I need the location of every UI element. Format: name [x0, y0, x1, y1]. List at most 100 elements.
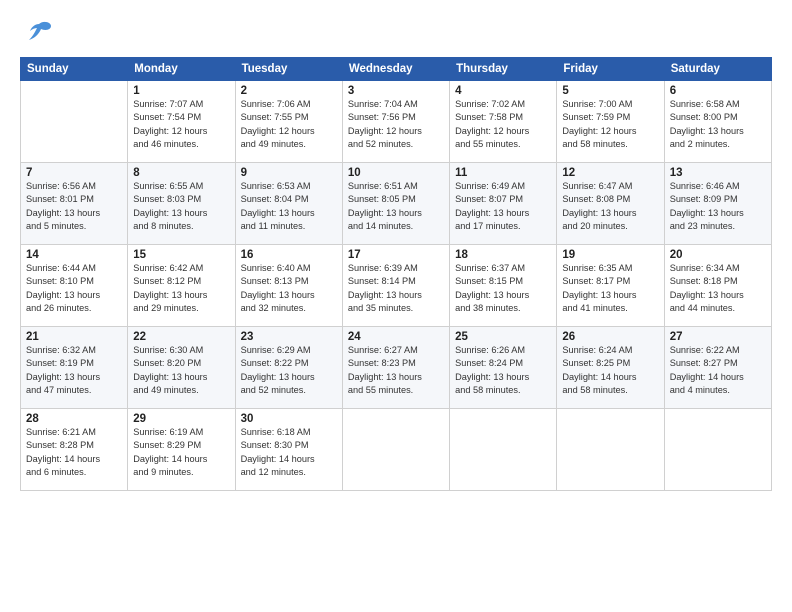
day-detail: Sunrise: 6:47 AMSunset: 8:08 PMDaylight:… [562, 180, 658, 233]
logo [20, 18, 53, 51]
day-number: 25 [455, 331, 551, 343]
col-header-friday: Friday [557, 58, 664, 81]
calendar-table: SundayMondayTuesdayWednesdayThursdayFrid… [20, 57, 772, 491]
calendar-cell [450, 409, 557, 491]
day-detail: Sunrise: 6:32 AMSunset: 8:19 PMDaylight:… [26, 344, 122, 397]
day-detail: Sunrise: 6:35 AMSunset: 8:17 PMDaylight:… [562, 262, 658, 315]
day-detail: Sunrise: 6:39 AMSunset: 8:14 PMDaylight:… [348, 262, 444, 315]
calendar-cell: 18Sunrise: 6:37 AMSunset: 8:15 PMDayligh… [450, 245, 557, 327]
calendar-cell: 13Sunrise: 6:46 AMSunset: 8:09 PMDayligh… [664, 163, 771, 245]
day-number: 13 [670, 167, 766, 179]
calendar-cell: 2Sunrise: 7:06 AMSunset: 7:55 PMDaylight… [235, 81, 342, 163]
col-header-wednesday: Wednesday [342, 58, 449, 81]
day-number: 26 [562, 331, 658, 343]
calendar-cell: 26Sunrise: 6:24 AMSunset: 8:25 PMDayligh… [557, 327, 664, 409]
day-number: 21 [26, 331, 122, 343]
day-detail: Sunrise: 6:34 AMSunset: 8:18 PMDaylight:… [670, 262, 766, 315]
calendar-cell: 7Sunrise: 6:56 AMSunset: 8:01 PMDaylight… [21, 163, 128, 245]
day-number: 3 [348, 85, 444, 97]
day-detail: Sunrise: 6:37 AMSunset: 8:15 PMDaylight:… [455, 262, 551, 315]
day-detail: Sunrise: 6:40 AMSunset: 8:13 PMDaylight:… [241, 262, 337, 315]
day-number: 27 [670, 331, 766, 343]
day-number: 28 [26, 413, 122, 425]
day-detail: Sunrise: 6:19 AMSunset: 8:29 PMDaylight:… [133, 426, 229, 479]
calendar-cell: 19Sunrise: 6:35 AMSunset: 8:17 PMDayligh… [557, 245, 664, 327]
calendar-cell: 17Sunrise: 6:39 AMSunset: 8:14 PMDayligh… [342, 245, 449, 327]
day-number: 10 [348, 167, 444, 179]
calendar-cell: 11Sunrise: 6:49 AMSunset: 8:07 PMDayligh… [450, 163, 557, 245]
day-number: 9 [241, 167, 337, 179]
calendar-cell: 4Sunrise: 7:02 AMSunset: 7:58 PMDaylight… [450, 81, 557, 163]
logo-bird-icon [25, 18, 53, 51]
calendar-cell: 5Sunrise: 7:00 AMSunset: 7:59 PMDaylight… [557, 81, 664, 163]
day-detail: Sunrise: 6:21 AMSunset: 8:28 PMDaylight:… [26, 426, 122, 479]
calendar-cell [342, 409, 449, 491]
day-detail: Sunrise: 6:18 AMSunset: 8:30 PMDaylight:… [241, 426, 337, 479]
calendar-cell: 21Sunrise: 6:32 AMSunset: 8:19 PMDayligh… [21, 327, 128, 409]
calendar-cell: 1Sunrise: 7:07 AMSunset: 7:54 PMDaylight… [128, 81, 235, 163]
day-detail: Sunrise: 6:53 AMSunset: 8:04 PMDaylight:… [241, 180, 337, 233]
day-number: 15 [133, 249, 229, 261]
calendar-week-row: 1Sunrise: 7:07 AMSunset: 7:54 PMDaylight… [21, 81, 772, 163]
calendar-week-row: 14Sunrise: 6:44 AMSunset: 8:10 PMDayligh… [21, 245, 772, 327]
day-detail: Sunrise: 7:06 AMSunset: 7:55 PMDaylight:… [241, 98, 337, 151]
col-header-sunday: Sunday [21, 58, 128, 81]
day-detail: Sunrise: 6:44 AMSunset: 8:10 PMDaylight:… [26, 262, 122, 315]
day-number: 2 [241, 85, 337, 97]
day-number: 24 [348, 331, 444, 343]
day-number: 16 [241, 249, 337, 261]
calendar-cell [557, 409, 664, 491]
day-detail: Sunrise: 7:02 AMSunset: 7:58 PMDaylight:… [455, 98, 551, 151]
day-number: 4 [455, 85, 551, 97]
calendar-cell: 9Sunrise: 6:53 AMSunset: 8:04 PMDaylight… [235, 163, 342, 245]
calendar-cell: 10Sunrise: 6:51 AMSunset: 8:05 PMDayligh… [342, 163, 449, 245]
calendar-cell: 16Sunrise: 6:40 AMSunset: 8:13 PMDayligh… [235, 245, 342, 327]
day-detail: Sunrise: 6:58 AMSunset: 8:00 PMDaylight:… [670, 98, 766, 151]
day-detail: Sunrise: 6:49 AMSunset: 8:07 PMDaylight:… [455, 180, 551, 233]
header [20, 18, 772, 51]
day-number: 17 [348, 249, 444, 261]
calendar-cell: 20Sunrise: 6:34 AMSunset: 8:18 PMDayligh… [664, 245, 771, 327]
day-number: 14 [26, 249, 122, 261]
day-number: 11 [455, 167, 551, 179]
calendar-header-row: SundayMondayTuesdayWednesdayThursdayFrid… [21, 58, 772, 81]
calendar-cell: 30Sunrise: 6:18 AMSunset: 8:30 PMDayligh… [235, 409, 342, 491]
day-number: 23 [241, 331, 337, 343]
day-number: 20 [670, 249, 766, 261]
calendar-cell [664, 409, 771, 491]
day-number: 19 [562, 249, 658, 261]
day-detail: Sunrise: 6:27 AMSunset: 8:23 PMDaylight:… [348, 344, 444, 397]
col-header-monday: Monday [128, 58, 235, 81]
day-detail: Sunrise: 6:26 AMSunset: 8:24 PMDaylight:… [455, 344, 551, 397]
calendar-cell: 6Sunrise: 6:58 AMSunset: 8:00 PMDaylight… [664, 81, 771, 163]
calendar-cell: 29Sunrise: 6:19 AMSunset: 8:29 PMDayligh… [128, 409, 235, 491]
day-number: 29 [133, 413, 229, 425]
col-header-thursday: Thursday [450, 58, 557, 81]
calendar-cell: 14Sunrise: 6:44 AMSunset: 8:10 PMDayligh… [21, 245, 128, 327]
day-detail: Sunrise: 7:07 AMSunset: 7:54 PMDaylight:… [133, 98, 229, 151]
day-number: 1 [133, 85, 229, 97]
calendar-cell: 8Sunrise: 6:55 AMSunset: 8:03 PMDaylight… [128, 163, 235, 245]
day-number: 5 [562, 85, 658, 97]
calendar-cell: 25Sunrise: 6:26 AMSunset: 8:24 PMDayligh… [450, 327, 557, 409]
day-number: 30 [241, 413, 337, 425]
day-detail: Sunrise: 6:29 AMSunset: 8:22 PMDaylight:… [241, 344, 337, 397]
col-header-saturday: Saturday [664, 58, 771, 81]
calendar-cell: 3Sunrise: 7:04 AMSunset: 7:56 PMDaylight… [342, 81, 449, 163]
day-number: 22 [133, 331, 229, 343]
calendar-cell: 12Sunrise: 6:47 AMSunset: 8:08 PMDayligh… [557, 163, 664, 245]
calendar-cell: 23Sunrise: 6:29 AMSunset: 8:22 PMDayligh… [235, 327, 342, 409]
day-detail: Sunrise: 6:42 AMSunset: 8:12 PMDaylight:… [133, 262, 229, 315]
calendar-cell [21, 81, 128, 163]
day-detail: Sunrise: 7:00 AMSunset: 7:59 PMDaylight:… [562, 98, 658, 151]
day-number: 12 [562, 167, 658, 179]
calendar-cell: 15Sunrise: 6:42 AMSunset: 8:12 PMDayligh… [128, 245, 235, 327]
day-detail: Sunrise: 6:56 AMSunset: 8:01 PMDaylight:… [26, 180, 122, 233]
day-detail: Sunrise: 7:04 AMSunset: 7:56 PMDaylight:… [348, 98, 444, 151]
calendar-cell: 22Sunrise: 6:30 AMSunset: 8:20 PMDayligh… [128, 327, 235, 409]
calendar-week-row: 7Sunrise: 6:56 AMSunset: 8:01 PMDaylight… [21, 163, 772, 245]
calendar-cell: 28Sunrise: 6:21 AMSunset: 8:28 PMDayligh… [21, 409, 128, 491]
day-detail: Sunrise: 6:24 AMSunset: 8:25 PMDaylight:… [562, 344, 658, 397]
page: SundayMondayTuesdayWednesdayThursdayFrid… [0, 0, 792, 612]
day-detail: Sunrise: 6:46 AMSunset: 8:09 PMDaylight:… [670, 180, 766, 233]
